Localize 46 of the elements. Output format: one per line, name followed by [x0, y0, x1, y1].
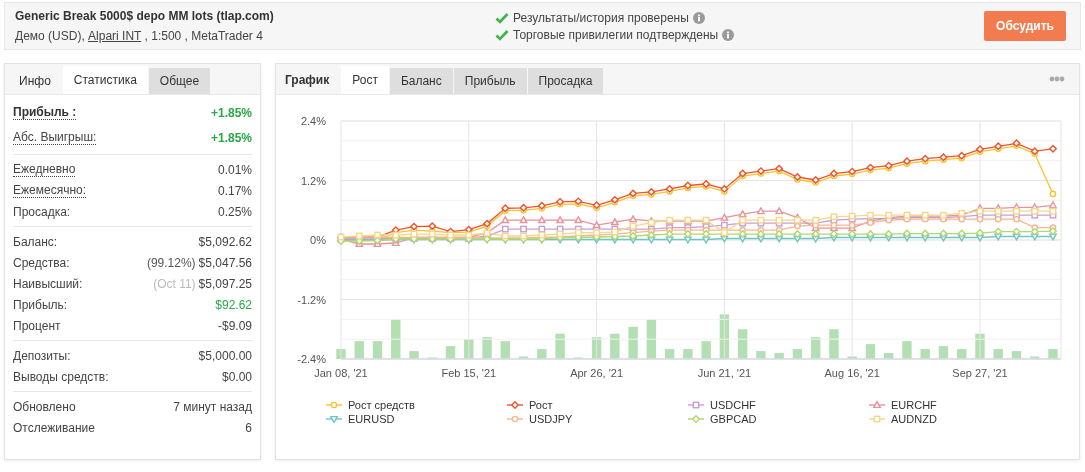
stat-value: 0.25% [217, 204, 252, 219]
stat-label: Ежемесячно: [13, 183, 86, 198]
stat-value: 0.01% [217, 162, 252, 177]
verification-label: Торговые привилегии подтверждены [513, 27, 719, 42]
stat-value: $5,047.56 [198, 255, 252, 270]
y-axis-label: -2.4% [297, 353, 326, 365]
stat-note: (Oct 11) [153, 276, 196, 291]
stat-label: Абс. Выигрыш: [13, 130, 97, 145]
x-axis-label: Sep 27, '21 [952, 367, 1008, 379]
chart-title: График [284, 73, 331, 89]
stat-label: Прибыль: [13, 297, 68, 312]
stat-value: 6 [245, 420, 252, 435]
stat-value: $92.62 [215, 297, 252, 312]
stat-value: -$9.09 [217, 318, 252, 333]
x-axis-label: Apr 26, '21 [570, 367, 623, 379]
stat-label: Процент [13, 318, 61, 333]
stat-label: Прибыль : [13, 105, 77, 120]
x-axis-label: Jan 08, '21 [314, 367, 368, 379]
stat-label: Просадка: [13, 204, 71, 219]
stat-value: 7 минут назад [173, 399, 252, 414]
x-axis-label: Feb 15, '21 [441, 367, 497, 379]
y-axis-label: 0% [310, 234, 326, 246]
account-details: Демо (USD), Alpari INT , 1:500 , MetaTrader 4 [15, 29, 264, 43]
stat-value: $5,092.62 [198, 234, 252, 249]
stat-value: 0.17% [217, 183, 252, 198]
stat-value: $0.00 [221, 369, 252, 384]
y-axis-label: 2.4% [300, 115, 326, 127]
stat-label: Баланс: [13, 234, 58, 249]
stat-value: +1.85% [210, 105, 252, 120]
account-title: Generic Break 5000$ depo MM lots (tlap.com) [15, 9, 275, 23]
stat-value: +1.85% [210, 130, 252, 145]
stat-value: $5,097.25 [198, 276, 252, 291]
y-axis-label: -1.2% [297, 293, 326, 306]
stat-label: Выводы средств: [13, 369, 109, 384]
x-axis-label: Aug 16, '21 [824, 367, 880, 379]
y-axis-label: 1.2% [300, 174, 326, 187]
stat-label: Обновлено [13, 399, 76, 414]
stat-label: Ежедневно [13, 162, 76, 177]
stat-note: (99.12%) [146, 255, 196, 270]
stat-label: Средства: [13, 255, 70, 270]
stat-value: $5,000.00 [198, 348, 252, 363]
stat-label: Депозиты: [13, 348, 71, 363]
stat-label: Отслеживание [13, 420, 95, 435]
verification-label: Результаты/история проверены [513, 10, 689, 25]
x-axis-label: Jun 21, '21 [697, 367, 752, 379]
stat-label: Наивысший: [13, 276, 83, 291]
